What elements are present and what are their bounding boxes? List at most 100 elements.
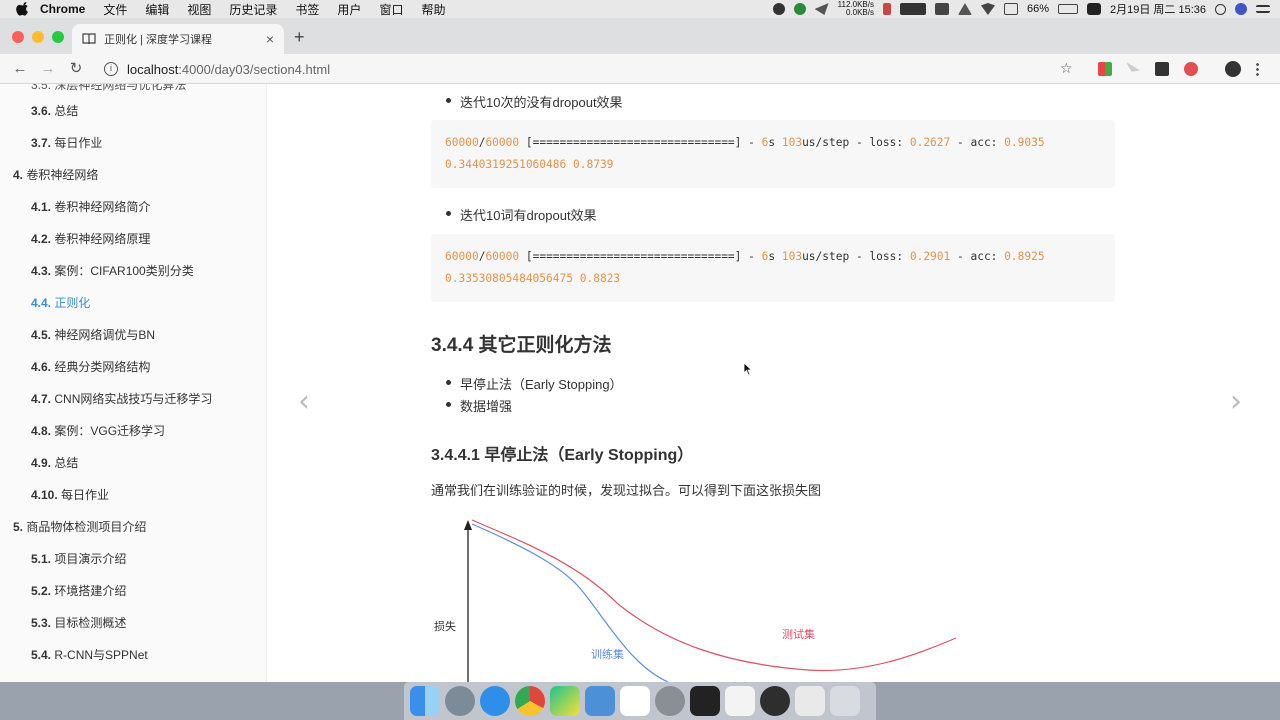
pycharm-icon[interactable] <box>550 686 580 716</box>
toc-item-4-7[interactable]: 4.7. CNN网络实战技巧与迁移学习 <box>31 390 212 407</box>
record-icon[interactable] <box>772 3 785 15</box>
mac-menubar: Chrome 文件 编辑 视图 历史记录 书签 用户 窗口 帮助 112.0KB… <box>0 0 1280 18</box>
toc-item-5[interactable]: 5. 商品物体检测项目介绍 <box>13 518 146 535</box>
toc-item-4-10[interactable]: 4.10. 每日作业 <box>31 486 109 503</box>
toc-label: CNN网络实战技巧与迁移学习 <box>54 392 213 406</box>
toc-item-5-1[interactable]: 5.1. 项目演示介绍 <box>31 550 126 567</box>
wifi-icon[interactable] <box>980 3 995 15</box>
close-window-button[interactable] <box>12 31 24 43</box>
obs-icon[interactable] <box>760 686 790 716</box>
reload-icon[interactable]: ↻ <box>68 60 84 77</box>
menu-bookmarks[interactable]: 书签 <box>295 1 319 18</box>
toc-sidebar: 3.5. 深层神经网络与优化算法 3.6. 总结 3.7. 每日作业 4. 卷积… <box>0 84 267 682</box>
menu-app-chrome[interactable]: Chrome <box>40 2 85 16</box>
toc-item-4-6[interactable]: 4.6. 经典分类网络结构 <box>31 358 150 375</box>
page-content: 3.5. 深层神经网络与优化算法 3.6. 总结 3.7. 每日作业 4. 卷积… <box>0 84 1280 682</box>
toc-item-4-5[interactable]: 4.5. 神经网络调优与BN <box>31 326 155 343</box>
toc-item-3-6[interactable]: 3.6. 总结 <box>31 102 78 119</box>
code-num: 103 <box>781 136 803 149</box>
code-num: 0.2901 <box>909 250 951 263</box>
input-method-icon[interactable] <box>1087 3 1101 15</box>
toc-label: 每日作业 <box>61 488 110 502</box>
new-tab-icon[interactable]: + <box>294 27 305 48</box>
toc-item-5-3[interactable]: 5.3. 目标检测概述 <box>31 614 126 631</box>
next-page-icon[interactable]: › <box>1230 384 1242 419</box>
chrome-menu-icon[interactable] <box>1256 62 1259 76</box>
toc-item-4-4-active[interactable]: 4.4. 正则化 <box>31 294 90 311</box>
y-axis-label: 损失 <box>434 619 456 633</box>
keyboard-viewer-icon[interactable] <box>795 686 825 716</box>
siri-icon[interactable] <box>1235 3 1247 15</box>
toc-label: 卷积神经网络简介 <box>54 200 151 214</box>
toc-item-5-2[interactable]: 5.2. 环境搭建介绍 <box>31 582 126 599</box>
cpu-graph-icon <box>899 3 926 15</box>
toc-item-5-4[interactable]: 5.4. R-CNN与SPPNet <box>31 646 148 663</box>
extension-cursor-icon[interactable] <box>1126 62 1140 72</box>
chrome-icon[interactable] <box>515 686 545 716</box>
forward-icon[interactable]: → <box>40 60 56 77</box>
toc-item-4-9[interactable]: 4.9. 总结 <box>31 454 78 471</box>
clock[interactable]: 2月19日 周二 15:36 <box>1110 1 1206 17</box>
menu-people[interactable]: 用户 <box>337 1 361 18</box>
menu-file[interactable]: 文件 <box>103 1 127 18</box>
toc-num: 4.6. <box>31 360 52 374</box>
extension-x-icon[interactable] <box>1155 62 1169 76</box>
zoom-window-button[interactable] <box>52 31 64 43</box>
tools-icon[interactable] <box>957 3 972 15</box>
toc-num: 3.7. <box>31 136 52 150</box>
code-num: 0.33530805484056475 <box>445 272 573 285</box>
extension-grid-icon[interactable] <box>1098 62 1112 76</box>
toc-item-4[interactable]: 4. 卷积神经网络 <box>13 166 98 183</box>
toc-item-partial[interactable]: 3.5. 深层神经网络与优化算法 <box>31 84 186 93</box>
toc-item-3-7[interactable]: 3.7. 每日作业 <box>31 134 102 151</box>
net-down: 0.0KB/s <box>845 8 874 17</box>
menu-view[interactable]: 视图 <box>187 1 211 18</box>
prev-page-icon[interactable]: ‹ <box>298 384 310 419</box>
back-icon[interactable]: ← <box>12 60 28 77</box>
system-preferences-icon[interactable] <box>655 686 685 716</box>
spotlight-search-icon[interactable] <box>1215 3 1226 15</box>
battery-icon[interactable] <box>1058 4 1078 14</box>
toc-num: 5. <box>13 520 24 534</box>
address-bar[interactable]: i localhost:4000/day03/section4.html <box>104 58 1084 80</box>
launchpad-icon[interactable] <box>445 686 475 716</box>
toc-item-4-8[interactable]: 4.8. 案例：VGG迁移学习 <box>31 422 165 439</box>
toc-item-4-2[interactable]: 4.2. 卷积神经网络原理 <box>31 230 150 247</box>
toc-label: 项目演示介绍 <box>54 552 127 566</box>
info-icon[interactable]: i <box>104 62 118 76</box>
profile-avatar[interactable] <box>1225 61 1241 77</box>
airplay-icon[interactable] <box>1003 3 1018 15</box>
url-host: localhost <box>127 61 179 77</box>
close-tab-icon[interactable]: × <box>266 31 274 47</box>
docker-icon[interactable] <box>934 3 949 15</box>
finder-icon[interactable] <box>410 686 440 716</box>
extension-shield-icon[interactable] <box>1184 62 1198 76</box>
upload-icon[interactable] <box>793 3 806 15</box>
menu-help[interactable]: 帮助 <box>421 1 445 18</box>
keynote-icon[interactable] <box>585 686 615 716</box>
tab-strip: 正则化 | 深度学习课程 × + <box>0 18 1280 54</box>
bookmark-star-icon[interactable]: ☆ <box>1060 60 1073 77</box>
menu-history[interactable]: 历史记录 <box>229 1 277 18</box>
toc-label: 卷积神经网络原理 <box>54 232 151 246</box>
minimize-window-button[interactable] <box>32 31 44 43</box>
toc-item-4-3[interactable]: 4.3. 案例：CIFAR100类别分类 <box>31 262 194 279</box>
toc-label: 总结 <box>54 456 79 470</box>
notification-center-icon[interactable] <box>1256 5 1270 13</box>
toc-label: 总结 <box>54 104 79 118</box>
toc-item-4-1[interactable]: 4.1. 卷积神经网络简介 <box>31 198 150 215</box>
typora-icon[interactable] <box>620 686 650 716</box>
apple-icon[interactable] <box>16 2 30 16</box>
terminal-icon[interactable] <box>690 686 720 716</box>
menu-window[interactable]: 窗口 <box>379 1 403 18</box>
menu-edit[interactable]: 编辑 <box>145 1 169 18</box>
safari-icon[interactable] <box>480 686 510 716</box>
test-series-label: 测试集 <box>782 627 815 641</box>
code-text: [==============================] - <box>519 250 762 263</box>
list-item: 迭代10词有dropout效果 <box>446 205 597 224</box>
code-num: 0.8739 <box>573 158 614 171</box>
telegram-icon[interactable] <box>814 3 829 15</box>
tab-active[interactable]: 正则化 | 深度学习课程 × <box>72 24 284 54</box>
textedit-icon[interactable] <box>725 686 755 716</box>
trash-icon[interactable] <box>830 686 860 716</box>
